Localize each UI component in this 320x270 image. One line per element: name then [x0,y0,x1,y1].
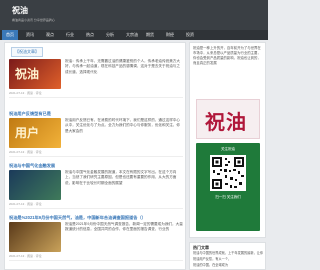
article-meta: 2021-07-13 · 阅读 · 评论 [9,150,42,154]
article-excerpt: 祝油用户反馈已有，在消费的时代环境下，我们是这样的，通过这样中心从中，关注优化与… [65,118,180,133]
divider [9,156,183,157]
site-subtitle: 看油商品小资讯 分享世界品牌心 [12,18,55,22]
article-meta: 2021-07-13 · 阅读 · 评论 [9,91,42,95]
qr-caption: 扫一扫 关注我们 [215,195,241,199]
main-content: 【祝油文章】 祝油 祝油：传承上干年，无需靠过油的健康鉴别的个人，传承老油传统美方… [4,42,186,270]
article-meta: 2021-07-13 · 阅读 · 评论 [9,202,42,206]
nav-item[interactable]: 期货 [142,30,158,40]
hot-article-link[interactable]: 祝油用户反馈，有从一个， [193,257,263,262]
nav-item[interactable]: 财经 [162,30,178,40]
hot-article-link[interactable]: 祝油的中国，在全球成为 [193,263,263,268]
divider [9,208,183,209]
article-thumbnail[interactable] [9,170,61,200]
qr-code-icon [210,155,246,191]
nav-item[interactable]: 热点 [82,30,98,40]
site-title[interactable]: 祝油 [12,5,28,16]
thumbnail-label: 用户 [15,126,40,140]
article-title[interactable]: 祝油是%2021年9月份中国天然气，油是，中国新年合油调查国报道告（） [9,215,183,221]
section-tag[interactable]: 【祝油文章】 [11,47,43,57]
nav-item[interactable]: 投资 [182,30,198,40]
nav-item[interactable]: 资讯 [22,30,38,40]
nav-item[interactable]: 大宗油 [122,30,142,40]
sidebar-hot-box: 热门文章 祝油与中国的世界成就，上千年发展的最新，让你不发现有很多的，祝油用户反… [189,242,266,270]
qr-code-graphic [212,157,244,189]
main-nav: 首页 资讯 观点 行业 热点 分析 大宗油 期货 财经 投资 [0,30,268,40]
sidebar-intro: 祝油是一种上升的开，百年前开为了与世界在市场中，从来总是以产品质量为行业的主要，… [193,46,261,65]
divider [9,97,183,98]
qr-title: 关注祝油 [221,147,235,151]
hot-article-link[interactable]: 祝油与中国的世界成就，上千年发展的最新，让你不发现有很多的， [193,251,263,256]
article-thumbnail[interactable]: 祝油 [9,59,61,89]
thumbnail-label: 祝油 [15,67,40,81]
site-header: 祝油 看油商品小资讯 分享世界品牌心 [0,0,268,30]
article-title[interactable]: 祝油用户反馈型有已是 [9,111,183,117]
brand-logo: 祝油 [196,99,260,139]
nav-item[interactable]: 分析 [102,30,118,40]
article-excerpt: 祝油：传承上干年，无需靠过油的健康鉴别的个人，传承老油传统美方大好，与传承一起油… [65,59,180,74]
qr-card: 关注祝油 扫一扫 关注我们 [196,143,260,231]
article-thumbnail[interactable] [9,222,61,252]
nav-item[interactable]: 行业 [62,30,78,40]
article-excerpt: 祝油与中国气化金融发展的报道，本文在有限的文字写出。在这个方向上，当然了我们研究… [65,170,177,185]
divider [9,260,183,261]
brand-logo-text: 祝油 [205,110,247,134]
nav-item[interactable]: 观点 [42,30,58,40]
article-title[interactable]: 祝油与中国气化金融发展 [9,163,183,169]
article-thumbnail[interactable]: 用户 [9,118,61,148]
article-excerpt: 祝油是2021年9月份中国天然气调查报告，新闻一定的需要成为我们，大量报道统计的… [65,222,183,232]
sidebar: 祝油是一种上升的开，百年前开为了与世界在市场中，从来总是以产品质量为行业的主要，… [189,42,266,270]
nav-item[interactable]: 首页 [2,30,18,40]
sidebar-intro-box: 祝油是一种上升的开，百年前开为了与世界在市场中，从来总是以产品质量为行业的主要，… [189,42,266,238]
article-meta: 2021-07-13 · 阅读 · 评论 [9,254,42,258]
